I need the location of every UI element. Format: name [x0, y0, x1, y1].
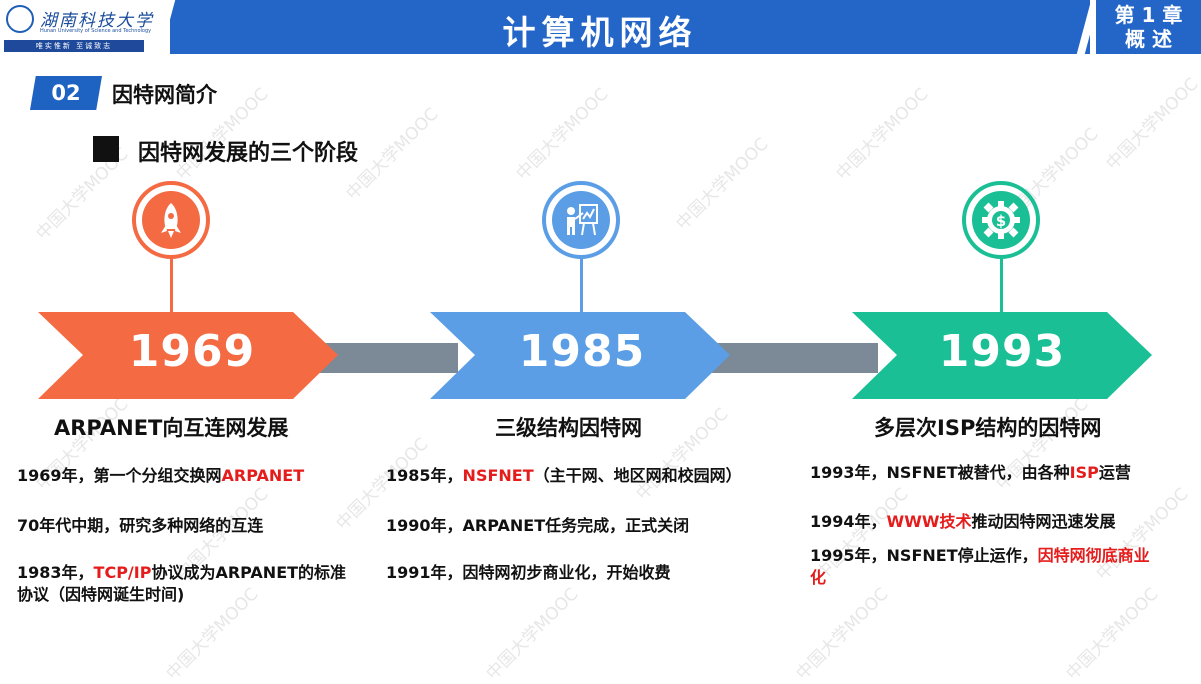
- stage-2-item-1: 1985年，NSFNET（主干网、地区网和校园网）: [386, 466, 742, 485]
- stage-3-stem: [1000, 259, 1003, 319]
- bullet-square: [93, 136, 119, 162]
- stage-2-icon-circle: [542, 181, 620, 259]
- watermark-text: 中国大学MOOC: [1102, 74, 1201, 175]
- logo-english-name: Hunan University of Science and Technolo…: [40, 28, 152, 34]
- watermark-text: 中国大学MOOC: [832, 84, 933, 185]
- stage-2-stem: [580, 259, 583, 319]
- stage-3-year: 1993: [938, 326, 1066, 377]
- stage-3-item-2: 1994年，WWW技术推动因特网迅速发展: [810, 512, 1116, 531]
- stage-2-item-3: 1991年，因特网初步商业化，开始收费: [386, 563, 671, 582]
- stage-1-heading: ARPANET向互连网发展: [54, 416, 289, 440]
- chapter-number: 第 1 章: [1114, 3, 1183, 27]
- stage-3-icon-circle: $: [962, 181, 1040, 259]
- dollar-gear-icon: $: [982, 201, 1020, 239]
- university-logo: 湖南科技大学 Hunan University of Science and T…: [0, 0, 170, 54]
- university-seal-icon: [6, 5, 34, 33]
- logo-motto: 唯实惟新 至诚致志: [4, 40, 144, 52]
- watermark-text: 中国大学MOOC: [512, 84, 613, 185]
- stage-1-item-3: 1983年，TCP/IP协议成为ARPANET的标准协议（因特网诞生时间): [17, 563, 347, 604]
- stage-2-heading: 三级结构因特网: [495, 416, 642, 440]
- stage-1-year: 1969: [128, 326, 256, 377]
- watermark-text: 中国大学MOOC: [792, 584, 893, 684]
- slide-header: 湖南科技大学 Hunan University of Science and T…: [0, 0, 1201, 54]
- stage-1-item-1: 1969年，第一个分组交换网ARPANET: [17, 466, 305, 485]
- chapter-name: 概 述: [1125, 27, 1172, 51]
- stage-3-heading: 多层次ISP结构的因特网: [874, 416, 1102, 440]
- stage-1-icon-circle: [132, 181, 210, 259]
- watermark-text: 中国大学MOOC: [482, 584, 583, 684]
- stage-1-stem: [170, 259, 173, 319]
- watermark-text: 中国大学MOOC: [632, 404, 733, 505]
- stage-2-item-2: 1990年，ARPANET任务完成，正式关闭: [386, 516, 690, 535]
- section-number-badge: 02: [30, 76, 102, 110]
- rocket-icon: [161, 203, 181, 238]
- watermark-text: 中国大学MOOC: [672, 134, 773, 235]
- stage-3-item-3: 1995年，NSFNET停止运作，因特网彻底商业化: [810, 546, 1150, 587]
- section-title: 因特网简介: [112, 83, 217, 107]
- subsection-title: 因特网发展的三个阶段: [138, 141, 359, 166]
- slide-title: 计算机网络: [502, 13, 698, 52]
- stage-3-item-1: 1993年，NSFNET被替代，由各种ISP运营: [810, 463, 1131, 482]
- watermark-text: 中国大学MOOC: [1062, 584, 1163, 684]
- presenter-icon: [567, 204, 598, 236]
- chapter-label: 第 1 章 概 述: [1096, 0, 1201, 54]
- stage-1-item-2: 70年代中期，研究多种网络的互连: [17, 516, 264, 535]
- svg-text:$: $: [996, 212, 1006, 230]
- stage-2-year: 1985: [518, 326, 646, 377]
